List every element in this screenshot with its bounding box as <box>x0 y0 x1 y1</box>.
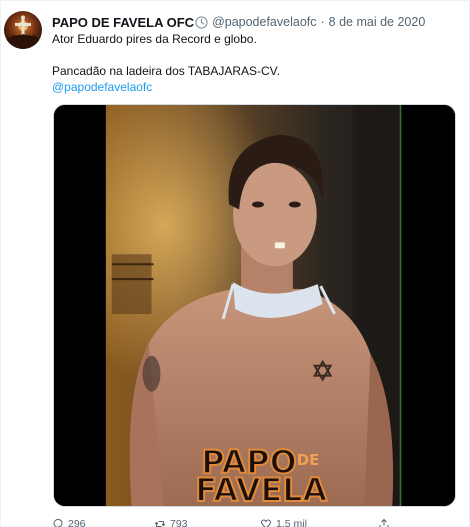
reply-count: 296 <box>68 518 86 527</box>
avatar-image <box>7 15 39 49</box>
user-handle[interactable]: @papodefavelaofc <box>212 15 316 29</box>
retweet-icon <box>154 521 166 527</box>
like-button[interactable]: 1,5 mil <box>260 518 307 527</box>
watermark-de: DE <box>297 451 320 469</box>
like-count: 1,5 mil <box>276 518 307 527</box>
tweet-text: Ator Eduardo pires da Record e globo. Pa… <box>52 31 452 95</box>
clock-badge-icon <box>195 15 208 29</box>
mention-link[interactable]: @papodefavelaofc <box>52 80 152 94</box>
video-player[interactable]: PAPO DE FAVELA <box>53 104 456 507</box>
separator-dot: · <box>320 15 325 29</box>
video-frame: PAPO DE FAVELA <box>54 105 455 506</box>
tweet-text-line-1: Ator Eduardo pires da Record e globo. <box>52 32 257 46</box>
avatar[interactable] <box>4 11 42 49</box>
tweet-header: PAPO DE FAVELA OFC @papodefavelaofc · 8 … <box>52 13 425 31</box>
tweet-card[interactable]: PAPO DE FAVELA OFC @papodefavelaofc · 8 … <box>0 0 470 527</box>
tweet-date[interactable]: 8 de mai de 2020 <box>329 15 426 29</box>
watermark-favela: FAVELA <box>195 471 327 506</box>
reply-button[interactable]: 296 <box>52 518 86 527</box>
tweet-actions: 296 793 1,5 mil <box>52 517 452 527</box>
reply-icon <box>53 518 63 527</box>
retweet-count: 793 <box>170 518 188 527</box>
share-icon <box>379 518 389 527</box>
share-button[interactable] <box>378 518 390 527</box>
retweet-button[interactable]: 793 <box>154 518 188 527</box>
display-name[interactable]: PAPO DE FAVELA OFC <box>52 15 194 30</box>
heart-icon <box>260 519 272 527</box>
tweet-text-line-2: Pancadão na ladeira dos TABAJARAS-CV. <box>52 64 280 78</box>
